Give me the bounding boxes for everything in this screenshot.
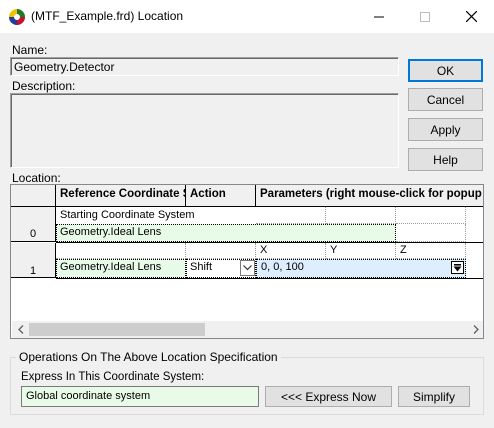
simplify-button[interactable]: Simplify — [398, 386, 470, 407]
help-button[interactable]: Help — [408, 148, 483, 171]
horizontal-scrollbar[interactable] — [12, 321, 483, 338]
empty-cell — [56, 243, 186, 259]
window-title: (MTF_Example.frd) Location — [31, 9, 184, 23]
y-subheader: Y — [326, 243, 396, 259]
location-grid[interactable]: Reference Coordinate S Action Parameters… — [10, 184, 484, 339]
empty-cell — [396, 224, 466, 242]
parameters-cell[interactable]: 0, 0, 100 — [256, 259, 466, 278]
action-dropdown-value: Shift — [190, 261, 213, 273]
x-subheader: X — [256, 243, 326, 259]
minimize-icon — [374, 16, 384, 17]
ok-button[interactable]: OK — [408, 59, 483, 82]
empty-cell — [326, 207, 396, 224]
description-field[interactable] — [10, 93, 399, 168]
cancel-button[interactable]: Cancel — [408, 88, 483, 111]
location-label: Location: — [12, 171, 61, 185]
name-field[interactable]: Geometry.Detector — [10, 57, 399, 76]
close-button[interactable] — [448, 0, 494, 33]
app-logo-icon — [8, 8, 26, 26]
express-label: Express In This Coordinate System: — [21, 371, 205, 383]
scroll-right-icon[interactable] — [467, 321, 483, 338]
maximize-icon — [420, 11, 430, 22]
empty-cell — [256, 207, 326, 224]
empty-cell — [186, 243, 256, 259]
grid-corner — [11, 185, 56, 207]
maximize-button[interactable] — [402, 0, 448, 33]
popup-arrow-icon[interactable] — [451, 261, 464, 274]
row-0-coordinate-system-cell[interactable]: Geometry.Ideal Lens — [56, 224, 396, 242]
parameters-value: 0, 0, 100 — [261, 261, 304, 273]
row-number-1[interactable]: 1 — [11, 243, 56, 278]
column-header-action[interactable]: Action — [186, 185, 256, 207]
apply-button[interactable]: Apply — [408, 118, 483, 141]
action-dropdown[interactable]: Shift — [186, 259, 256, 278]
chevron-down-icon[interactable] — [240, 260, 255, 276]
row-separator — [56, 278, 483, 279]
z-subheader: Z — [396, 243, 466, 259]
column-header-parameters[interactable]: Parameters (right mouse-click for popup — [256, 185, 483, 207]
row-1-coordinate-system-cell[interactable]: Geometry.Ideal Lens — [56, 259, 186, 278]
scrollbar-thumb[interactable] — [29, 323, 205, 336]
express-now-button[interactable]: <<< Express Now — [265, 386, 392, 407]
operations-group-title: Operations On The Above Location Specifi… — [16, 350, 281, 364]
minimize-button[interactable] — [356, 0, 402, 33]
name-label: Name: — [12, 43, 48, 57]
express-coordinate-system-field[interactable]: Global coordinate system — [21, 386, 259, 407]
close-icon — [465, 11, 477, 22]
row-number-0[interactable]: 0 — [11, 207, 56, 242]
column-header-reference[interactable]: Reference Coordinate S — [56, 185, 186, 207]
empty-cell — [396, 207, 466, 224]
scroll-left-icon[interactable] — [12, 321, 29, 338]
description-label: Description: — [12, 79, 76, 93]
